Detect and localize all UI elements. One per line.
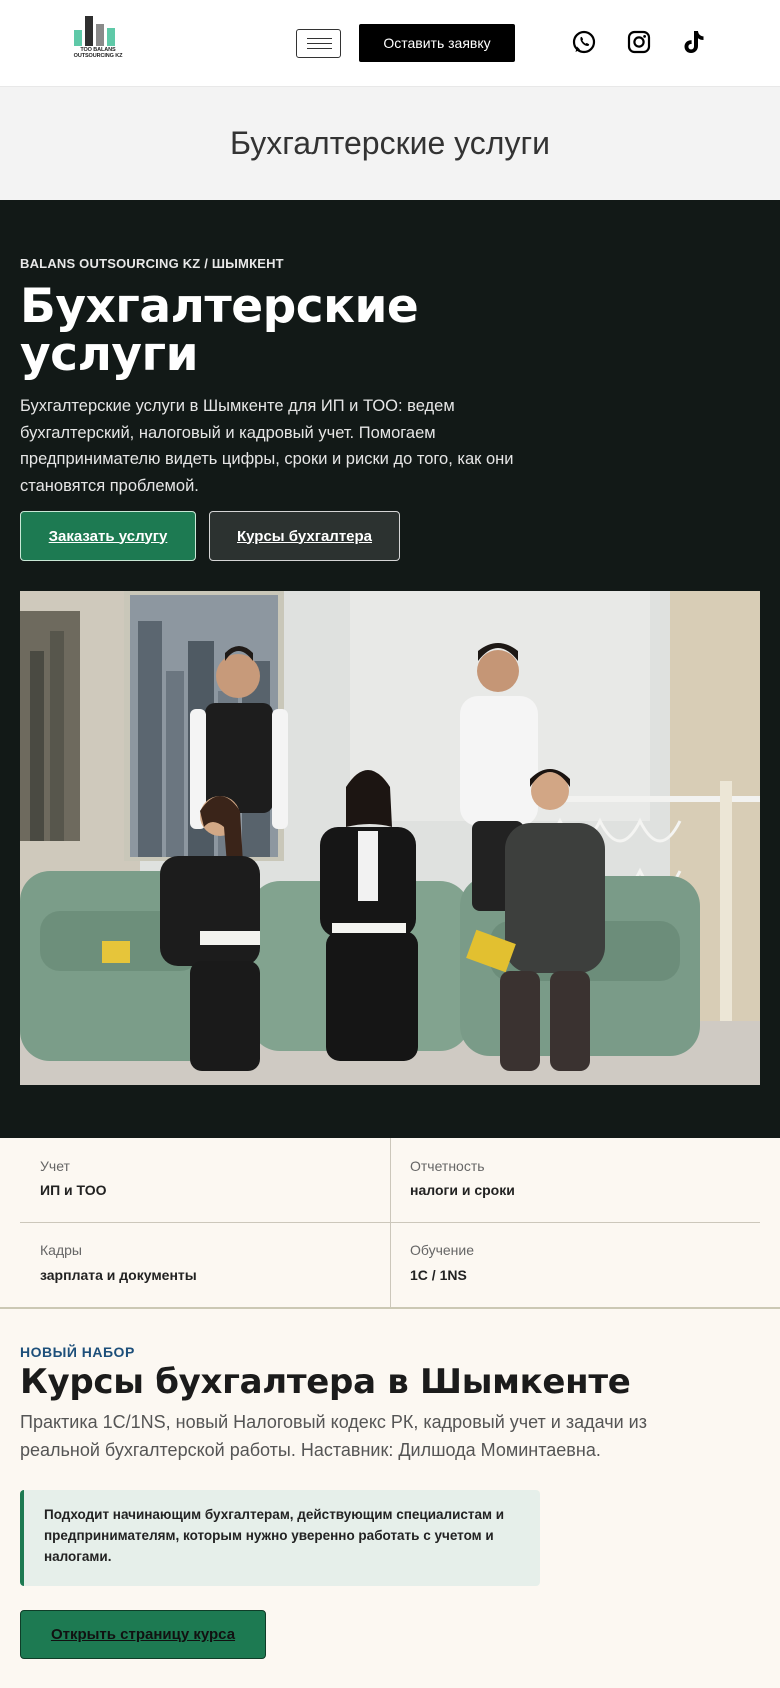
page-title-band: Бухгалтерские услуги: [0, 87, 780, 200]
accountant-courses-button[interactable]: Курсы бухгалтера: [209, 511, 400, 561]
open-course-page-button[interactable]: Открыть страницу курса: [20, 1610, 266, 1659]
stats-grid: Учет ИП и ТОО Отчетность налоги и сроки …: [20, 1138, 760, 1307]
stat-value: зарплата и документы: [40, 1267, 197, 1283]
company-logo[interactable]: ТОО BALANS OUTSOURCING KZ: [72, 16, 124, 62]
section-divider: [0, 1307, 780, 1309]
menu-button[interactable]: [296, 29, 341, 58]
logo-bars-icon: [74, 16, 122, 46]
stat-label: Обучение: [410, 1242, 475, 1258]
course-callout: Подходит начинающим бухгалтерам, действу…: [20, 1490, 540, 1586]
instagram-icon[interactable]: [624, 27, 654, 57]
hero-eyebrow: BALANS OUTSOURCING KZ / ШЫМКЕНТ: [20, 256, 284, 271]
course-description: Практика 1С/1NS, новый Налоговый кодекс …: [20, 1412, 647, 1460]
stat-item: Учет ИП и ТОО: [20, 1138, 390, 1222]
stat-item: Отчетность налоги и сроки: [390, 1138, 760, 1222]
team-photo: [20, 591, 760, 1085]
course-title: Курсы бухгалтера в Шымкенте: [20, 1362, 631, 1402]
tiktok-icon[interactable]: [679, 27, 709, 57]
whatsapp-icon[interactable]: [569, 27, 599, 57]
stat-label: Учет: [40, 1158, 70, 1174]
hero-description: Бухгалтерские услуги в Шымкенте для ИП и…: [20, 397, 514, 495]
stat-value: налоги и сроки: [410, 1182, 515, 1198]
course-eyebrow: НОВЫЙ НАБОР: [20, 1344, 135, 1360]
stat-value: 1С / 1NS: [410, 1267, 467, 1283]
site-header: ТОО BALANS OUTSOURCING KZ Оставить заявк…: [0, 0, 780, 87]
stat-label: Кадры: [40, 1242, 82, 1258]
stat-item: Обучение 1С / 1NS: [390, 1222, 760, 1306]
stat-label: Отчетность: [410, 1158, 485, 1174]
order-service-button[interactable]: Заказать услугу: [20, 511, 196, 561]
page-title: Бухгалтерские услуги: [229, 125, 551, 161]
stat-value: ИП и ТОО: [40, 1182, 107, 1198]
stat-item: Кадры зарплата и документы: [20, 1222, 390, 1306]
hero-title: Бухгалтерские услуги: [20, 279, 419, 382]
logo-text: ТОО BALANS OUTSOURCING KZ: [73, 47, 123, 59]
leave-request-button[interactable]: Оставить заявку: [359, 24, 515, 62]
